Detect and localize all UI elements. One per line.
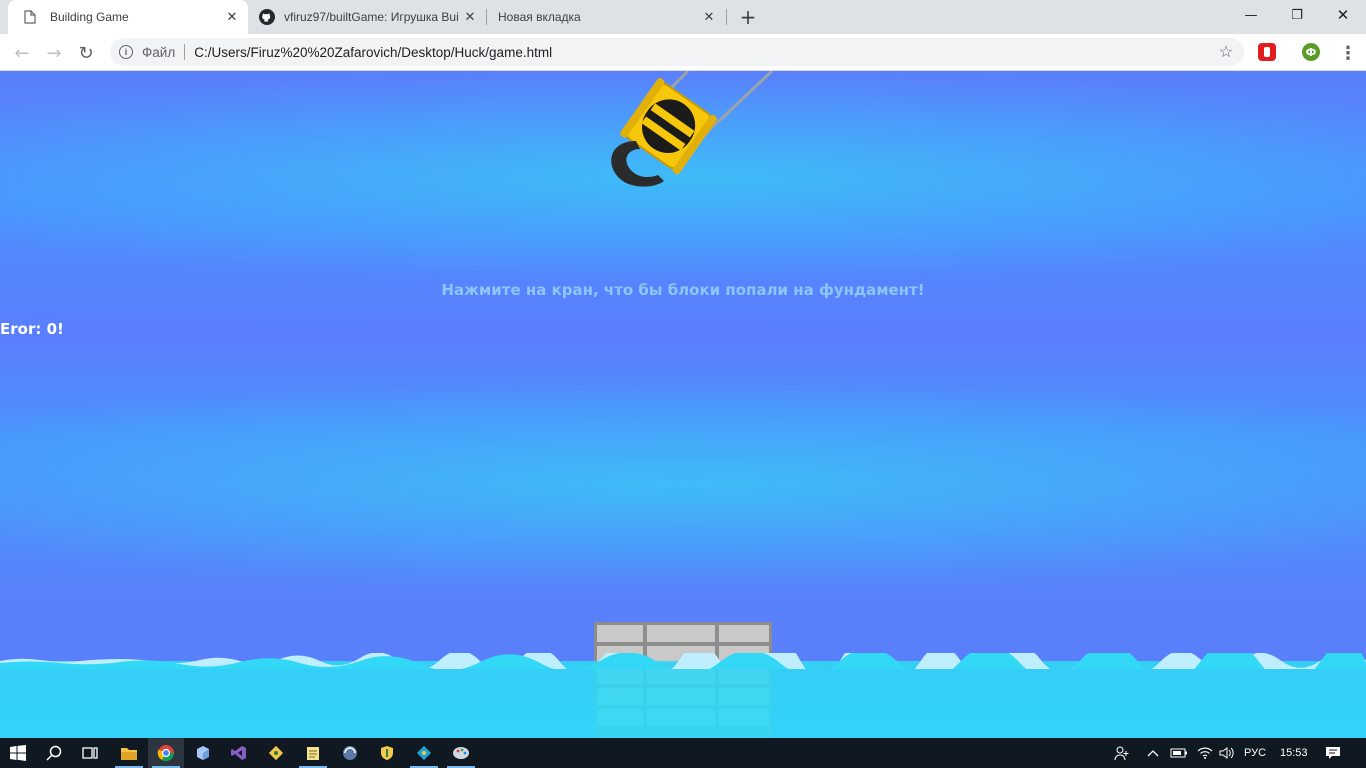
tab-strip: Building Game ✕ vfiruz97/builtGame: Игру… <box>0 0 1366 34</box>
tab-new-tab[interactable]: Новая вкладка ✕ <box>487 0 725 34</box>
address-bar[interactable]: i Файл C:/Users/Firuz%20%20Zafarovich/De… <box>110 38 1244 66</box>
github-icon <box>258 9 276 25</box>
cube-app-icon[interactable] <box>185 738 221 768</box>
tab-separator <box>726 9 727 25</box>
people-icon[interactable] <box>1106 738 1138 768</box>
page-icon <box>22 10 38 24</box>
close-icon[interactable]: ✕ <box>224 9 240 25</box>
tab-title: Новая вкладка <box>498 10 581 24</box>
error-counter: Eror: 0! <box>0 320 64 338</box>
volume-icon[interactable] <box>1214 738 1240 768</box>
crane-hook[interactable] <box>596 71 786 195</box>
task-view-icon[interactable] <box>72 738 108 768</box>
water <box>0 661 1366 738</box>
tab-title: Building Game <box>50 10 129 24</box>
instruction-text: Нажмите на кран, что бы блоки попали на … <box>441 281 925 299</box>
menu-icon[interactable]: ⋮ <box>1334 39 1362 67</box>
chevron-up-icon[interactable] <box>1140 738 1166 768</box>
tab-github[interactable]: vfiruz97/builtGame: Игрушка Bui ✕ <box>248 0 486 34</box>
water-foam <box>0 653 1366 669</box>
tab-building-game[interactable]: Building Game ✕ <box>8 0 248 34</box>
battery-icon[interactable] <box>1166 738 1192 768</box>
notepad-icon[interactable] <box>295 738 331 768</box>
file-explorer-icon[interactable] <box>111 738 147 768</box>
restore-button[interactable]: ❐ <box>1274 0 1320 30</box>
minimize-button[interactable]: — <box>1228 0 1274 30</box>
info-icon[interactable]: i <box>119 45 133 59</box>
git-icon[interactable] <box>258 738 294 768</box>
git-kraken-icon[interactable] <box>406 738 442 768</box>
close-icon[interactable]: ✕ <box>701 9 717 25</box>
windows-start-icon[interactable] <box>0 738 36 768</box>
notifications-icon[interactable] <box>1316 738 1350 768</box>
url-text[interactable]: C:/Users/Firuz%20%20Zafarovich/Desktop/H… <box>194 45 1212 60</box>
close-window-button[interactable]: ✕ <box>1320 0 1366 30</box>
browser-toolbar: ← → ↻ i Файл C:/Users/Firuz%20%20Zafarov… <box>0 34 1366 71</box>
adblock-extension-icon[interactable] <box>1258 43 1276 61</box>
shield-app-icon[interactable] <box>369 738 405 768</box>
omnibox-divider <box>184 44 186 60</box>
close-icon[interactable]: ✕ <box>462 9 478 25</box>
browser-globe-icon[interactable] <box>332 738 368 768</box>
language-indicator[interactable]: РУС <box>1244 738 1266 768</box>
forward-button[interactable]: → <box>40 39 68 67</box>
new-tab-button[interactable]: + <box>736 5 760 29</box>
back-button[interactable]: ← <box>8 39 36 67</box>
chrome-icon[interactable] <box>148 738 184 768</box>
bookmark-star-icon[interactable]: ☆ <box>1212 42 1240 62</box>
scheme-label: Файл <box>142 44 176 60</box>
tab-title: vfiruz97/builtGame: Игрушка Bui <box>284 10 459 24</box>
reload-button[interactable]: ↻ <box>72 39 100 67</box>
paint-icon[interactable] <box>443 738 479 768</box>
clock[interactable]: 15:53 <box>1280 738 1308 768</box>
visual-studio-icon[interactable] <box>221 738 257 768</box>
game-canvas[interactable]: Нажмите на кран, что бы блоки попали на … <box>0 71 1366 738</box>
search-icon[interactable] <box>36 738 72 768</box>
windows-taskbar: РУС 15:53 <box>0 738 1366 768</box>
avatar[interactable]: Ф <box>1302 43 1320 61</box>
